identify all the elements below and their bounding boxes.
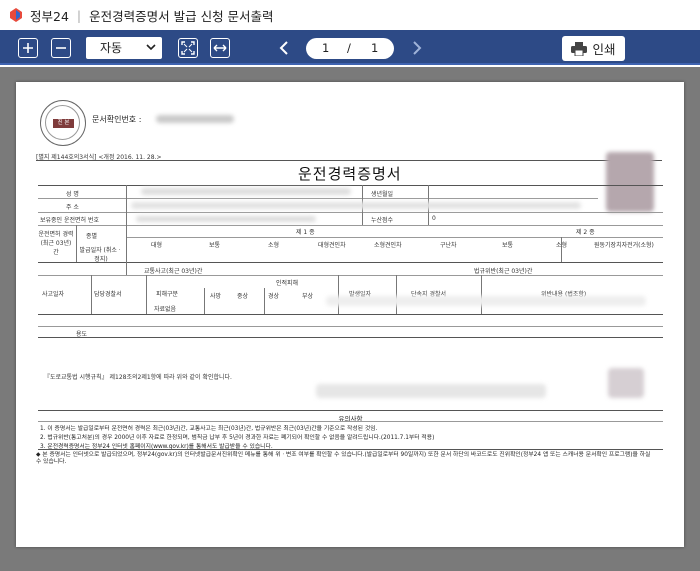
violations-section-label: 법규위반(최근 03년)간 — [474, 268, 533, 275]
chevron-down-icon — [146, 44, 156, 51]
purpose-label: 용도 — [76, 331, 88, 338]
class1-header: 제 1 종 — [296, 229, 315, 236]
injury-type-4: 부상 — [302, 293, 314, 300]
issue-date-label: 발급일자 (취소ㆍ정지) — [79, 247, 123, 263]
injury-type-3: 경상 — [268, 293, 280, 300]
redacted-photo — [606, 152, 654, 212]
print-label: 인쇄 — [592, 42, 616, 57]
notice-line-1: 1. 이 증명서는 발급일로부터 운전면허 경력은 최근(03년)간, 교통사고… — [40, 426, 378, 432]
class2-type-3: 원동기장치자전거(소형) — [594, 242, 654, 249]
birthdate-label: 생년월일 — [371, 191, 394, 198]
page-separator: / — [347, 41, 351, 55]
class1-type-1: 대형 — [151, 242, 163, 249]
law-reference: 『도로교통법 시행규칙』 제128조의2제1항에 따라 위와 같이 확인합니다. — [44, 374, 232, 381]
zoom-select-value: 자동 — [100, 41, 123, 55]
gov24-logo-icon — [8, 7, 24, 23]
fit-page-button[interactable] — [178, 38, 198, 58]
class1-type-4: 대형견인차 — [318, 242, 346, 249]
total-pages: 1 — [371, 41, 379, 55]
fit-width-button[interactable] — [210, 38, 230, 58]
previous-page-button[interactable] — [278, 40, 290, 56]
horizontal-arrows-icon — [213, 44, 227, 52]
window-title: 운전경력증명서 발급 신청 문서출력 — [89, 8, 274, 24]
document-title: 운전경력증명서 — [298, 165, 402, 183]
redacted-doc-number — [156, 115, 234, 123]
zoom-select[interactable]: 자동 — [86, 37, 162, 59]
class1-type-3: 소형 — [268, 242, 280, 249]
notice-line-4: ◆ 본 증명서는 인터넷으로 발급되었으며, 정부24(gov.kr)의 인터넷… — [36, 452, 651, 465]
document-viewer[interactable]: 진 본 문서확인번호 : [별지 제144호의3서식] <개정 2016. 11… — [0, 67, 700, 571]
zoom-in-button[interactable] — [18, 38, 38, 58]
class1-type-6: 구난차 — [440, 242, 457, 249]
injury-header-label: 인적피해 — [276, 280, 299, 287]
pdf-toolbar: 자동 1 / 1 인쇄 — [0, 30, 700, 65]
document-number-label: 문서확인번호 : — [92, 115, 142, 124]
next-page-button[interactable] — [411, 40, 423, 56]
accident-station-label: 담당경찰서 — [94, 291, 122, 298]
license-history-label: 운전면허 경력 (최근 03년)간 — [38, 231, 74, 256]
license-type-label: 종별 — [86, 233, 98, 240]
window-titlebar: 정부24 | 운전경력증명서 발급 신청 문서출력 — [0, 0, 700, 30]
class2-header: 제 2 종 — [576, 229, 595, 236]
accidents-section-label: 교통사고(최근 03년)간 — [144, 268, 203, 275]
zoom-out-button[interactable] — [51, 38, 71, 58]
current-page[interactable]: 1 — [322, 38, 329, 59]
brand-name: 정부24 — [30, 8, 69, 24]
injury-type-1: 사망 — [210, 293, 222, 300]
class1-type-2: 보통 — [209, 242, 221, 249]
name-label: 성 명 — [66, 191, 79, 198]
print-button[interactable]: 인쇄 — [562, 36, 625, 61]
property-damage-value: 자료없음 — [154, 306, 177, 313]
penalty-points-label: 누산점수 — [371, 217, 394, 224]
plus-icon — [23, 43, 33, 53]
victim-type-label: 피해구분 — [156, 291, 179, 298]
address-label: 주 소 — [66, 204, 79, 211]
title-divider: | — [76, 7, 82, 23]
license-number-label: 보유중인 운전면허 번호 — [40, 217, 100, 224]
minus-icon — [56, 47, 66, 49]
class1-type-5: 소형견인차 — [374, 242, 402, 249]
printer-icon — [571, 41, 588, 56]
accident-date-label: 사고일자 — [42, 291, 65, 298]
penalty-points-value: 0 — [432, 215, 436, 222]
injury-type-2: 중상 — [237, 293, 249, 300]
stamp-label: 진 본 — [53, 119, 74, 128]
expand-icon — [181, 41, 195, 55]
document-page: 진 본 문서확인번호 : [별지 제144호의3서식] <개정 2016. 11… — [16, 82, 684, 547]
class2-type-2: 소형 — [556, 242, 568, 249]
notice-line-2: 2. 법규위반(통고처분)의 경우 2000년 이후 자료로 한정되며, 범칙금… — [40, 435, 435, 441]
page-indicator[interactable]: 1 / 1 — [306, 38, 394, 59]
class2-type-1: 보통 — [502, 242, 514, 249]
authentic-stamp: 진 본 — [40, 100, 86, 146]
